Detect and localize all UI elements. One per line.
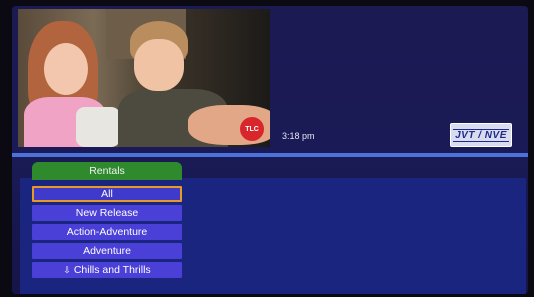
menu-item-label: Chills and Thrills: [73, 264, 151, 276]
channel-logo: TLC: [240, 117, 264, 141]
tab-rentals[interactable]: Rentals: [32, 162, 182, 180]
video-preview: TLC: [18, 9, 270, 147]
clock: 3:18 pm: [282, 131, 315, 141]
menu-item-all[interactable]: All: [32, 186, 182, 202]
menu-item-chills-and-thrills[interactable]: ⇩ Chills and Thrills: [32, 262, 182, 278]
scroll-down-arrow-icon: ⇩: [63, 265, 71, 275]
menu-item-new-release[interactable]: New Release: [32, 205, 182, 221]
menu-list: All New Release Action-Adventure Adventu…: [32, 186, 182, 281]
brand-logo: JVT / NVE: [450, 123, 512, 147]
brand-logo-text: JVT / NVE: [453, 128, 509, 142]
divider: [12, 153, 528, 157]
menu-item-action-adventure[interactable]: Action-Adventure: [32, 224, 182, 240]
tv-screen: TLC 3:18 pm JVT / NVE Rentals All New Re…: [12, 6, 528, 294]
menu-item-adventure[interactable]: Adventure: [32, 243, 182, 259]
